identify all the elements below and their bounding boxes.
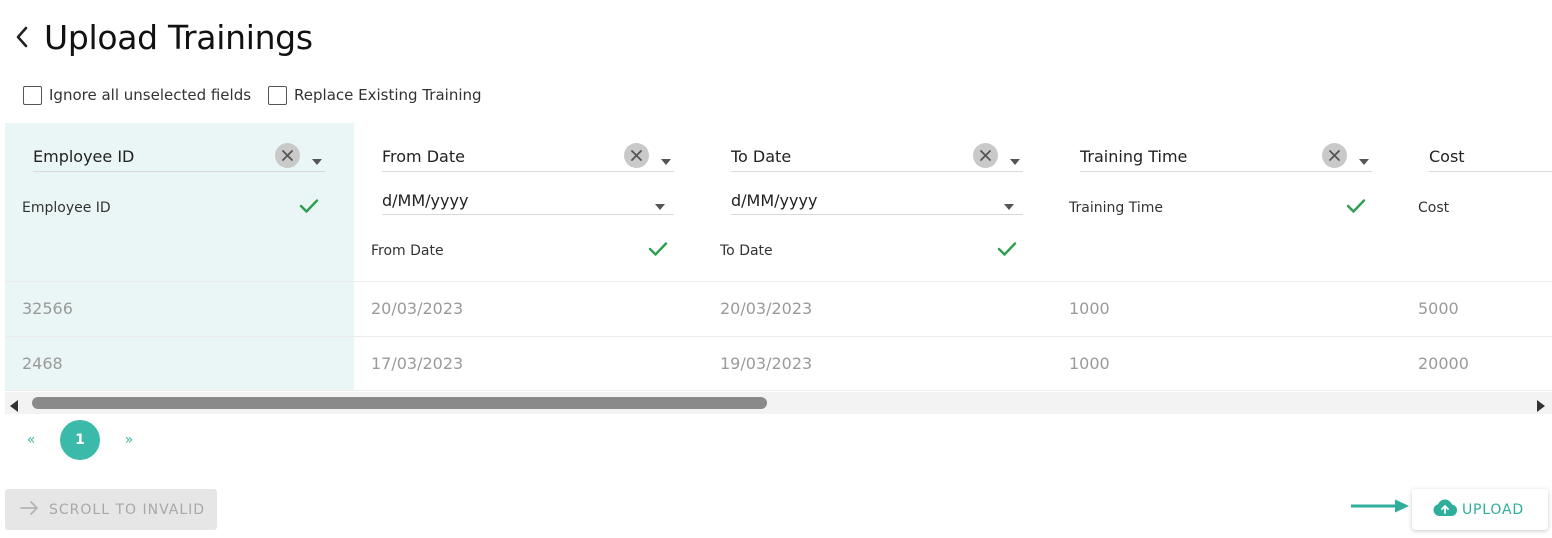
row-divider: [703, 390, 1052, 391]
table-cell: 20000: [1418, 354, 1469, 373]
ignore-unselected-option[interactable]: Ignore all unselected fields: [23, 85, 252, 105]
caret-down-icon[interactable]: [1009, 151, 1021, 165]
date-format-select[interactable]: d/MM/yyyy: [382, 185, 674, 215]
pointer-arrow-icon: [1349, 498, 1409, 513]
field-select-value: Training Time: [1080, 147, 1188, 166]
caret-down-icon[interactable]: [1358, 151, 1370, 165]
date-format-value: d/MM/yyyy: [731, 191, 818, 210]
caret-down-icon[interactable]: [660, 151, 672, 165]
field-select[interactable]: Employee ID: [33, 140, 325, 172]
close-icon[interactable]: [973, 143, 998, 168]
horizontal-scrollbar[interactable]: [5, 392, 1552, 414]
page-current[interactable]: 1: [60, 420, 100, 460]
field-select-value: Employee ID: [33, 147, 135, 166]
check-icon: [997, 241, 1017, 257]
table-cell: 20/03/2023: [371, 299, 464, 318]
table-cell: 2468: [22, 354, 63, 373]
scroll-to-invalid-button[interactable]: SCROLL TO INVALID: [5, 489, 217, 530]
row-divider: [5, 336, 354, 337]
row-divider: [703, 336, 1052, 337]
row-divider: [1401, 336, 1552, 337]
column-cost: Cost Cost 5000 20000: [1401, 123, 1552, 391]
field-select-value: Cost: [1429, 147, 1465, 166]
scroll-to-invalid-label: SCROLL TO INVALID: [49, 501, 206, 518]
upload-label: UPLOAD: [1462, 501, 1524, 518]
row-divider: [354, 336, 703, 337]
column-to-date: To Date d/MM/yyyy To Date 20/03/2023 19/…: [703, 123, 1052, 391]
page-next-link[interactable]: »: [118, 432, 140, 448]
detected-header: Cost: [1418, 200, 1450, 216]
column-from-date: From Date d/MM/yyyy From Date 20/03/2023: [354, 123, 703, 391]
page-header: Upload Trainings: [14, 14, 313, 60]
page-prev-link[interactable]: «: [20, 432, 42, 448]
detected-header: Training Time: [1069, 200, 1163, 216]
row-divider: [354, 390, 703, 391]
row-divider: [354, 281, 703, 282]
detected-header: Employee ID: [22, 200, 111, 216]
close-icon[interactable]: [275, 143, 300, 168]
table-cell: 1000: [1069, 299, 1110, 318]
column-training-time: Training Time Training Time 1000 1000: [1052, 123, 1401, 391]
field-select[interactable]: From Date: [382, 140, 674, 172]
page-title: Upload Trainings: [44, 17, 313, 57]
table-cell: 1000: [1069, 354, 1110, 373]
close-icon[interactable]: [624, 143, 649, 168]
table-cell: 19/03/2023: [720, 354, 813, 373]
check-icon: [1346, 198, 1366, 214]
row-divider: [1052, 336, 1401, 337]
replace-existing-checkbox[interactable]: [268, 85, 288, 105]
cloud-upload-icon: [1432, 498, 1458, 522]
ignore-unselected-label: Ignore all unselected fields: [49, 86, 252, 104]
field-select[interactable]: To Date: [731, 140, 1023, 172]
table-cell: 20/03/2023: [720, 299, 813, 318]
check-icon: [299, 198, 319, 214]
pagination: « 1 »: [20, 420, 140, 460]
table-cell: 32566: [22, 299, 73, 318]
row-divider: [703, 281, 1052, 282]
replace-existing-option[interactable]: Replace Existing Training: [268, 85, 482, 105]
caret-down-icon[interactable]: [1003, 196, 1015, 210]
table-cell: 5000: [1418, 299, 1459, 318]
caret-down-icon[interactable]: [654, 196, 666, 210]
arrow-right-icon: [20, 500, 40, 519]
scroll-left-arrow-icon[interactable]: [9, 397, 19, 412]
replace-existing-label: Replace Existing Training: [294, 86, 482, 104]
row-divider: [1052, 281, 1401, 282]
close-icon[interactable]: [1322, 143, 1347, 168]
ignore-unselected-checkbox[interactable]: [23, 85, 42, 105]
detected-header: To Date: [720, 243, 773, 259]
column-employee-id: Employee ID Employee ID 32566 2468: [5, 123, 354, 391]
upload-options: Ignore all unselected fields Replace Exi…: [23, 84, 499, 106]
mapping-grid: Employee ID Employee ID 32566 2468 From …: [5, 123, 1552, 413]
field-select[interactable]: Training Time: [1080, 140, 1372, 172]
scroll-right-arrow-icon[interactable]: [1536, 397, 1546, 412]
table-cell: 17/03/2023: [371, 354, 464, 373]
check-icon: [648, 241, 668, 257]
field-select[interactable]: Cost: [1429, 140, 1552, 172]
scrollbar-thumb[interactable]: [32, 397, 767, 409]
chevron-left-icon[interactable]: [14, 22, 36, 52]
field-select-value: From Date: [382, 147, 465, 166]
row-divider: [5, 390, 354, 391]
field-select-value: To Date: [731, 147, 792, 166]
row-divider: [1052, 390, 1401, 391]
caret-down-icon[interactable]: [311, 151, 323, 165]
date-format-value: d/MM/yyyy: [382, 191, 469, 210]
date-format-select[interactable]: d/MM/yyyy: [731, 185, 1023, 215]
row-divider: [1401, 390, 1552, 391]
row-divider: [1401, 281, 1552, 282]
detected-header: From Date: [371, 243, 444, 259]
row-divider: [5, 281, 354, 282]
upload-button[interactable]: UPLOAD: [1412, 489, 1548, 530]
